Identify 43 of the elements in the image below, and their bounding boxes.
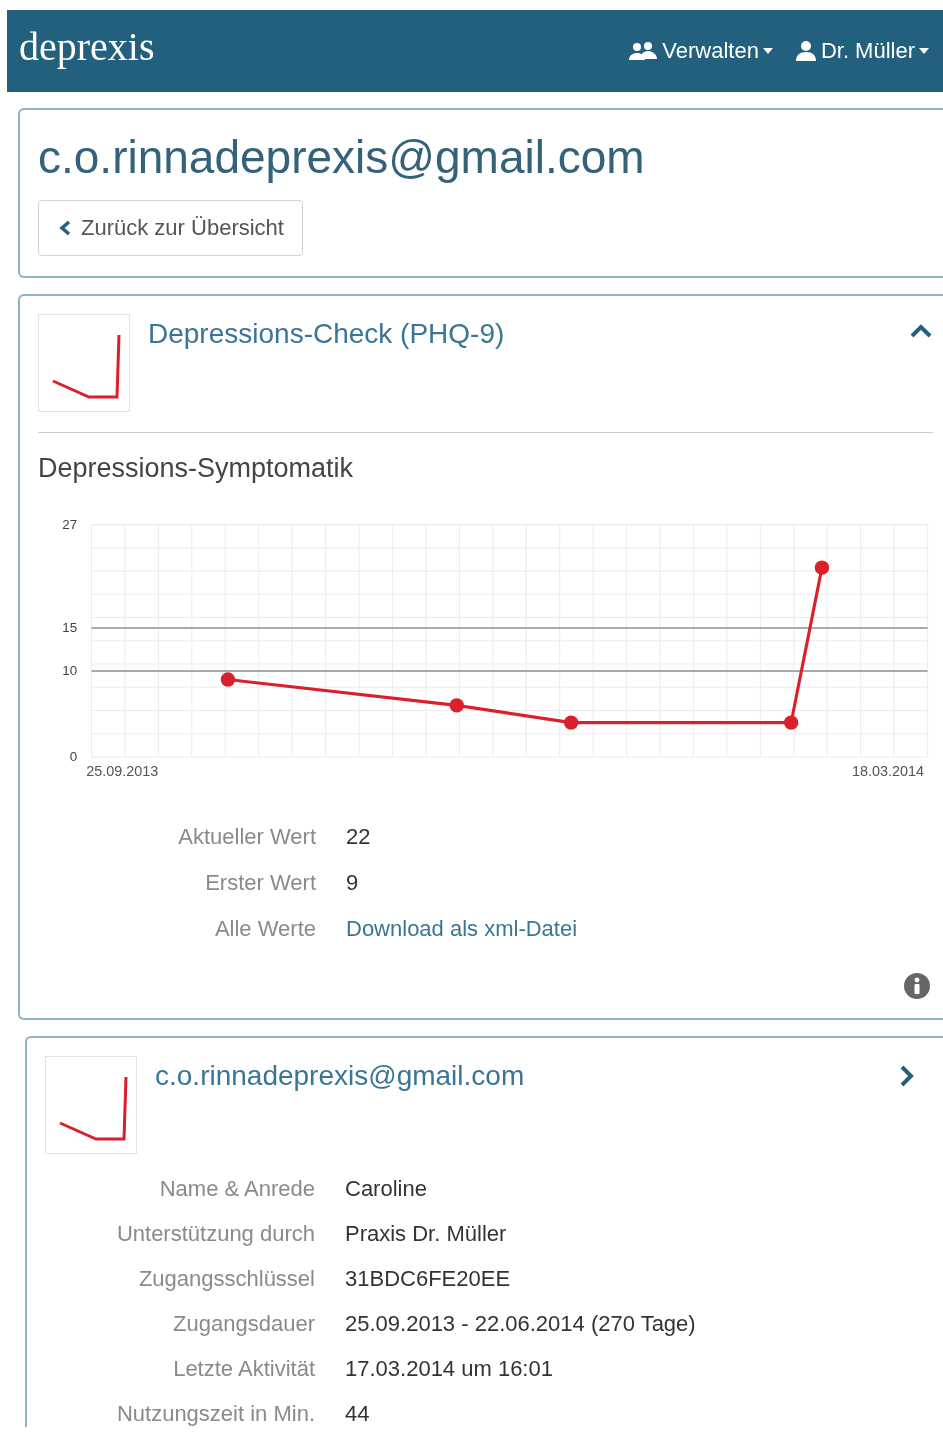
detail-label: Name & Anrede xyxy=(158,1175,315,1202)
data-point xyxy=(220,672,236,687)
detail-value: Caroline xyxy=(345,1175,428,1202)
data-point xyxy=(449,698,464,713)
detail-value: 25.09.2013 - 22.06.2014 (270 Tage) xyxy=(345,1310,697,1337)
axis-label: 15 xyxy=(62,620,78,636)
back-button[interactable]: Zurück zur Übersicht xyxy=(38,200,303,256)
axis-label: 10 xyxy=(62,663,78,679)
detail-label: Nutzungszeit in Min. xyxy=(115,1400,315,1427)
data-point xyxy=(783,715,799,730)
chevron-left-icon xyxy=(59,220,71,236)
detail-label: Alle Werte xyxy=(213,915,316,942)
caret-icon xyxy=(762,48,773,54)
detail-label: Zugangsdauer xyxy=(172,1310,315,1337)
axis-label: 0 xyxy=(69,749,78,765)
nav-menu[interactable]: Dr. Müller xyxy=(794,38,929,64)
info-icon xyxy=(903,971,931,1000)
person-icon xyxy=(794,40,817,62)
detail-label: Letzte Aktivität xyxy=(172,1355,315,1382)
detail-value: Praxis Dr. Müller xyxy=(345,1220,508,1247)
detail-value: 22 xyxy=(346,823,372,850)
axis-label: 27 xyxy=(62,516,78,532)
logo: deprexis xyxy=(19,22,155,70)
download-link[interactable]: Download als xml-Datei xyxy=(346,915,578,942)
nav-menu[interactable]: Verwalten xyxy=(628,38,773,64)
caret-icon xyxy=(919,48,929,54)
people-icon xyxy=(628,41,659,61)
data-point xyxy=(563,715,579,730)
axis-label: 25.09.2013 xyxy=(86,762,159,779)
detail-label: Unterstützung durch xyxy=(115,1220,315,1247)
card-title: Depressions-Check (PHQ-9) xyxy=(148,318,506,350)
section-title: Depressions-Symptomatik xyxy=(38,453,355,484)
card-title: c.o.rinnadeprexis@gmail.com xyxy=(155,1059,526,1092)
page-title: c.o.rinnadeprexis@gmail.com xyxy=(38,130,646,184)
axis-label: 18.03.2014 xyxy=(851,762,924,779)
detail-label: Aktueller Wert xyxy=(177,823,316,850)
detail-value: 44 xyxy=(345,1400,371,1427)
detail-value: 17.03.2014 um 16:01 xyxy=(345,1355,554,1382)
data-point xyxy=(814,560,830,575)
detail-value: 31BDC6FE20EE xyxy=(345,1265,512,1292)
detail-label: Erster Wert xyxy=(204,869,316,896)
detail-label: Zugangsschlüssel xyxy=(137,1265,315,1292)
detail-value: 9 xyxy=(346,869,360,896)
